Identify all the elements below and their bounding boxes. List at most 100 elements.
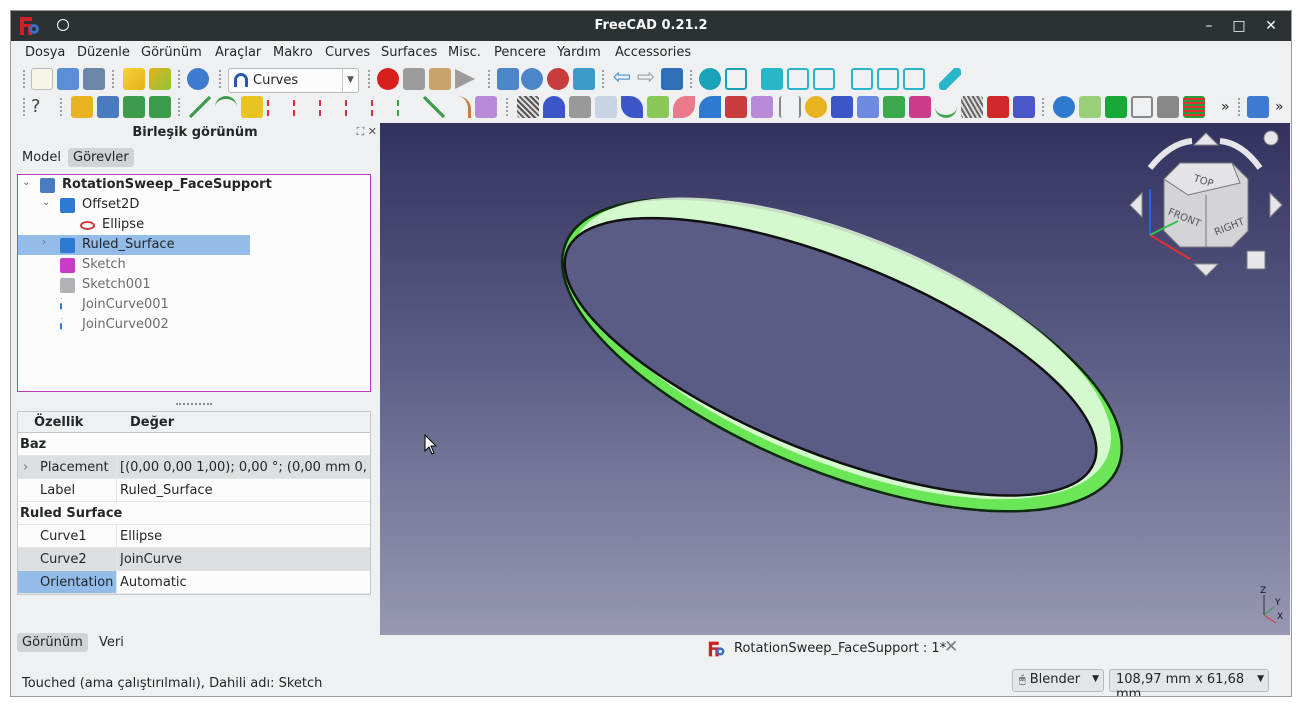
grid-icon[interactable] — [1183, 96, 1205, 118]
record-macro-icon[interactable] — [377, 68, 399, 90]
chevron-right-icon[interactable]: › — [42, 237, 46, 248]
3d-viewport[interactable]: TOP FRONT RIGHT Z Y X — [380, 123, 1290, 635]
curve-extend-icon[interactable] — [345, 96, 367, 118]
right-view-icon[interactable] — [813, 68, 835, 90]
toolbar-grip[interactable] — [689, 69, 693, 89]
sphere-icon[interactable] — [805, 96, 827, 118]
close-button[interactable]: ✕ — [1261, 16, 1281, 36]
close-tab-icon[interactable]: ✕ — [944, 637, 958, 657]
upload-icon[interactable] — [1247, 96, 1269, 118]
property-value[interactable]: Ruled_Surface — [120, 483, 366, 498]
property-value[interactable]: Automatic — [120, 575, 366, 590]
view-menu-cube-icon[interactable] — [1246, 250, 1266, 270]
menu-misc[interactable]: Misc. — [448, 45, 481, 60]
toolbar-grip[interactable] — [487, 69, 491, 89]
tree-item-root[interactable]: ⌄ RotationSweep_FaceSupport — [18, 175, 370, 195]
navigation-style-selector[interactable]: 🖱 Blender ▼ — [1012, 669, 1104, 692]
bounding-box-icon[interactable] — [573, 68, 595, 90]
nav-arrow-left-icon[interactable] — [1129, 191, 1143, 219]
curve-edit-icon[interactable] — [267, 96, 289, 118]
solid-icon[interactable] — [987, 96, 1009, 118]
column-header-property[interactable]: Özellik — [34, 415, 83, 430]
pipeshell-icon[interactable] — [673, 96, 695, 118]
property-value[interactable]: JoinCurve — [120, 552, 366, 567]
toolbar-grip[interactable] — [111, 69, 115, 89]
property-row-curve1[interactable]: Curve1 Ellipse — [18, 525, 370, 548]
undo-icon[interactable] — [123, 68, 145, 90]
tree-item-ellipse[interactable]: Ellipse — [18, 215, 370, 235]
rotation-sweep-icon[interactable] — [699, 96, 721, 118]
left-view-icon[interactable] — [903, 68, 925, 90]
surface-patch-icon[interactable] — [475, 96, 497, 118]
menu-makro[interactable]: Makro — [273, 45, 313, 60]
nav-arrow-right-icon[interactable] — [1269, 191, 1283, 219]
toolbar-grip[interactable] — [505, 97, 509, 117]
redo-icon[interactable] — [149, 68, 171, 90]
map-on-face-icon[interactable] — [883, 96, 905, 118]
tree-item-sketch[interactable]: Sketch — [18, 255, 370, 275]
script-icon[interactable] — [1131, 96, 1153, 118]
menu-gorunum[interactable]: Görünüm — [141, 45, 202, 60]
link-icon[interactable] — [123, 96, 145, 118]
property-row-label[interactable]: Label Ruled_Surface — [18, 479, 370, 502]
stop-macro-icon[interactable] — [403, 68, 425, 90]
forward-arrow-icon[interactable]: ⇨ — [635, 67, 657, 90]
tree-item-joincurve002[interactable]: JoinCurve002 — [18, 315, 370, 335]
menu-accessories[interactable]: Accessories — [615, 45, 691, 60]
sync-view-icon[interactable] — [699, 68, 721, 90]
discretize-icon[interactable] — [935, 96, 957, 118]
property-row-curve2[interactable]: Curve2 JoinCurve — [18, 548, 370, 571]
tab-model[interactable]: Model — [17, 148, 66, 167]
toolbar-grip[interactable] — [22, 97, 26, 117]
link-actions-icon[interactable] — [149, 96, 171, 118]
property-row-placement[interactable]: › Placement [(0,00 0,00 1,00); 0,00 °; (… — [18, 456, 370, 479]
curve-approx-icon[interactable] — [293, 96, 315, 118]
fit-all-icon[interactable] — [497, 68, 519, 90]
pipe-icon[interactable] — [595, 96, 617, 118]
chevron-right-icon[interactable]: › — [23, 460, 28, 475]
rear-view-icon[interactable] — [851, 68, 873, 90]
toolbar-grip[interactable] — [1237, 97, 1241, 117]
tab-gorunum[interactable]: Görünüm — [17, 633, 88, 652]
create-part-icon[interactable] — [71, 96, 93, 118]
toolbar-grip[interactable] — [218, 69, 222, 89]
edit-macro-icon[interactable] — [429, 68, 451, 90]
isometric-view-icon[interactable] — [725, 68, 747, 90]
splitter-handle[interactable] — [176, 403, 212, 405]
box-icon[interactable] — [1105, 96, 1127, 118]
sweep-icon[interactable] — [569, 96, 591, 118]
minimize-button[interactable]: – — [1199, 16, 1219, 36]
zebra-icon[interactable] — [517, 96, 539, 118]
blend-curve-icon[interactable] — [241, 96, 263, 118]
isocurve-icon[interactable] — [909, 96, 931, 118]
toolbar-overflow-button[interactable]: » — [1221, 99, 1230, 115]
toolbar-grip[interactable] — [601, 69, 605, 89]
bottom-view-icon[interactable] — [877, 68, 899, 90]
ruled-surface-icon[interactable] — [647, 96, 669, 118]
fillet-icon[interactable] — [449, 96, 471, 118]
tree-item-sketch001[interactable]: Sketch001 — [18, 275, 370, 295]
toolbar-overflow-button-2[interactable]: » — [1275, 99, 1284, 115]
toolbar-grip[interactable] — [1041, 97, 1045, 117]
box-map-icon[interactable] — [831, 96, 853, 118]
workbench-selector[interactable]: Curves ▼ — [228, 68, 359, 93]
menu-yardim[interactable]: Yardım — [557, 45, 601, 60]
ruled-surface-ring[interactable] — [521, 132, 1163, 576]
menu-surfaces[interactable]: Surfaces — [381, 45, 437, 60]
nav-menu-icon[interactable] — [1263, 130, 1279, 146]
menu-curves[interactable]: Curves — [325, 45, 370, 60]
toolbar-grip[interactable] — [177, 69, 181, 89]
back-arrow-icon[interactable]: ⇦ — [611, 67, 633, 90]
info-icon[interactable] — [1053, 96, 1075, 118]
toolbar-grip[interactable] — [367, 69, 371, 89]
menu-pencere[interactable]: Pencere — [494, 45, 546, 60]
toolbar-grip[interactable] — [177, 97, 181, 117]
chevron-down-icon[interactable]: ⌄ — [42, 197, 50, 208]
navigation-cube[interactable]: TOP FRONT RIGHT — [1129, 130, 1283, 277]
intersect-icon[interactable] — [423, 96, 445, 118]
column-header-value[interactable]: Değer — [130, 415, 174, 430]
loft-icon[interactable] — [621, 96, 643, 118]
toolbar-grip[interactable] — [59, 97, 63, 117]
fit-selection-icon[interactable] — [521, 68, 543, 90]
new-document-icon[interactable] — [31, 68, 53, 90]
